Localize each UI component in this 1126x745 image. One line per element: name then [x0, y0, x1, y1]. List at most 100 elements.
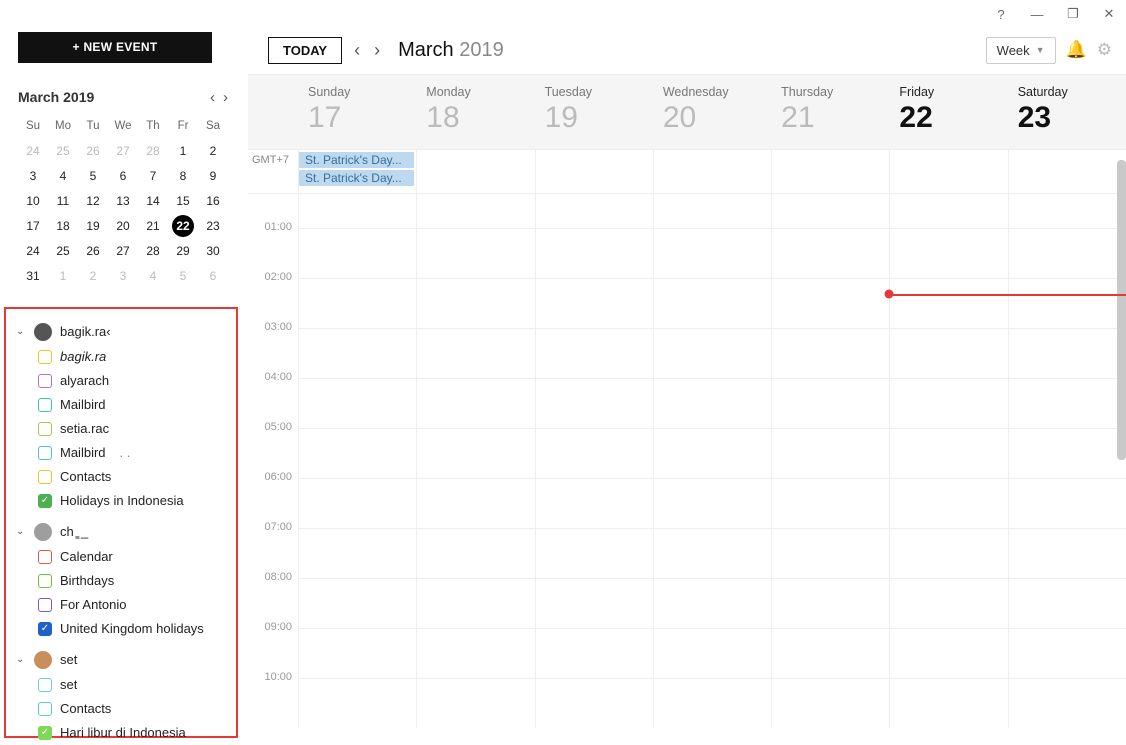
time-cell[interactable] — [653, 528, 771, 578]
calendar-item[interactable]: Mailbird . . — [16, 441, 230, 465]
calendar-checkbox[interactable] — [38, 470, 52, 484]
calendar-item[interactable]: Calendar — [16, 545, 230, 569]
calendar-checkbox[interactable] — [38, 702, 52, 716]
time-cell[interactable] — [298, 628, 416, 678]
time-cell[interactable] — [416, 378, 534, 428]
time-cell[interactable] — [889, 528, 1007, 578]
time-cell[interactable] — [416, 628, 534, 678]
time-cell[interactable] — [889, 628, 1007, 678]
time-cell[interactable] — [1008, 428, 1126, 478]
mini-day-cell[interactable]: 20 — [108, 214, 138, 239]
time-cell[interactable] — [298, 578, 416, 628]
time-cell[interactable] — [771, 578, 889, 628]
mini-day-cell[interactable]: 24 — [18, 139, 48, 164]
mini-day-cell[interactable]: 12 — [78, 189, 108, 214]
time-cell[interactable] — [416, 278, 534, 328]
calendar-item[interactable]: bagik.ra — [16, 345, 230, 369]
mini-day-cell[interactable]: 27 — [108, 239, 138, 264]
mini-day-cell[interactable]: 26 — [78, 239, 108, 264]
calendar-checkbox[interactable] — [38, 550, 52, 564]
mini-day-cell[interactable]: 2 — [198, 139, 228, 164]
calendar-checkbox[interactable] — [38, 574, 52, 588]
account-header[interactable]: ⌄ set — [16, 647, 230, 673]
calendar-item[interactable]: ✓Holidays in Indonesia — [16, 489, 230, 513]
calendar-checkbox[interactable] — [38, 598, 52, 612]
mini-day-cell[interactable]: 30 — [198, 239, 228, 264]
time-cell[interactable] — [771, 628, 889, 678]
time-cell[interactable] — [416, 678, 534, 728]
account-header[interactable]: ⌄ ch ̳ _ — [16, 519, 230, 545]
time-cell[interactable] — [653, 278, 771, 328]
calendar-item[interactable]: setia.rac — [16, 417, 230, 441]
calendar-item[interactable]: set — [16, 673, 230, 697]
mini-day-cell[interactable]: 3 — [108, 264, 138, 289]
time-cell[interactable] — [1008, 278, 1126, 328]
mini-day-cell[interactable]: 1 — [168, 139, 198, 164]
time-cell[interactable] — [298, 478, 416, 528]
calendar-item[interactable]: ✓United Kingdom holidays — [16, 617, 230, 641]
time-cell[interactable] — [298, 678, 416, 728]
mini-day-cell[interactable]: 28 — [138, 139, 168, 164]
allday-cell[interactable]: St. Patrick's Day...St. Patrick's Day... — [298, 150, 416, 193]
day-header-cell[interactable]: Sunday 17 — [298, 75, 416, 149]
time-cell[interactable] — [298, 328, 416, 378]
calendar-item[interactable]: alyarach — [16, 369, 230, 393]
mini-day-cell[interactable]: 13 — [108, 189, 138, 214]
allday-cell[interactable] — [1008, 150, 1126, 193]
time-cell[interactable] — [416, 228, 534, 278]
allday-cell[interactable] — [535, 150, 653, 193]
time-cell[interactable] — [535, 628, 653, 678]
time-cell[interactable] — [535, 578, 653, 628]
today-button[interactable]: TODAY — [268, 37, 342, 64]
time-cell[interactable] — [653, 478, 771, 528]
time-cell[interactable] — [889, 328, 1007, 378]
mini-day-cell[interactable]: 11 — [48, 189, 78, 214]
mini-day-cell[interactable]: 14 — [138, 189, 168, 214]
time-cell[interactable] — [653, 628, 771, 678]
calendar-item[interactable]: Contacts — [16, 465, 230, 489]
calendar-checkbox[interactable] — [38, 446, 52, 460]
allday-cell[interactable] — [771, 150, 889, 193]
time-cell[interactable] — [653, 328, 771, 378]
time-cell[interactable] — [889, 378, 1007, 428]
mini-day-cell[interactable]: 9 — [198, 164, 228, 189]
settings-icon[interactable]: ⚙ — [1097, 40, 1112, 60]
allday-cell[interactable] — [416, 150, 534, 193]
mini-day-cell[interactable]: 28 — [138, 239, 168, 264]
time-cell[interactable] — [1008, 528, 1126, 578]
mini-day-cell[interactable]: 8 — [168, 164, 198, 189]
time-cell[interactable] — [1008, 194, 1126, 228]
calendar-checkbox[interactable] — [38, 678, 52, 692]
mini-day-cell[interactable]: 31 — [18, 264, 48, 289]
calendar-checkbox[interactable] — [38, 398, 52, 412]
view-selector[interactable]: Week▼ — [986, 37, 1056, 64]
time-cell[interactable] — [535, 478, 653, 528]
calendar-item[interactable]: Birthdays — [16, 569, 230, 593]
time-cell[interactable] — [535, 194, 653, 228]
time-cell[interactable] — [1008, 628, 1126, 678]
time-cell[interactable] — [535, 678, 653, 728]
mini-day-cell[interactable]: 27 — [108, 139, 138, 164]
time-cell[interactable] — [535, 228, 653, 278]
mini-day-cell[interactable]: 18 — [48, 214, 78, 239]
time-cell[interactable] — [653, 194, 771, 228]
time-cell[interactable] — [771, 428, 889, 478]
mini-day-cell[interactable]: 16 — [198, 189, 228, 214]
time-cell[interactable] — [416, 478, 534, 528]
mini-day-cell[interactable]: 5 — [168, 264, 198, 289]
mini-calendar[interactable]: SuMoTuWeThFrSa 2425262728123456789101112… — [18, 114, 228, 289]
maximize-button[interactable]: ❐ — [1064, 6, 1082, 22]
time-cell[interactable] — [1008, 378, 1126, 428]
time-cell[interactable] — [535, 528, 653, 578]
mini-day-cell[interactable]: 1 — [48, 264, 78, 289]
time-cell[interactable] — [1008, 328, 1126, 378]
day-header-cell[interactable]: Friday 22 — [889, 75, 1007, 149]
mini-day-cell[interactable]: 10 — [18, 189, 48, 214]
notifications-icon[interactable]: 🔔 — [1066, 40, 1087, 60]
minimize-button[interactable]: — — [1028, 7, 1046, 22]
next-week-button[interactable]: › — [372, 40, 382, 61]
time-cell[interactable] — [771, 328, 889, 378]
time-cell[interactable] — [771, 478, 889, 528]
time-cell[interactable] — [771, 678, 889, 728]
time-cell[interactable] — [1008, 228, 1126, 278]
